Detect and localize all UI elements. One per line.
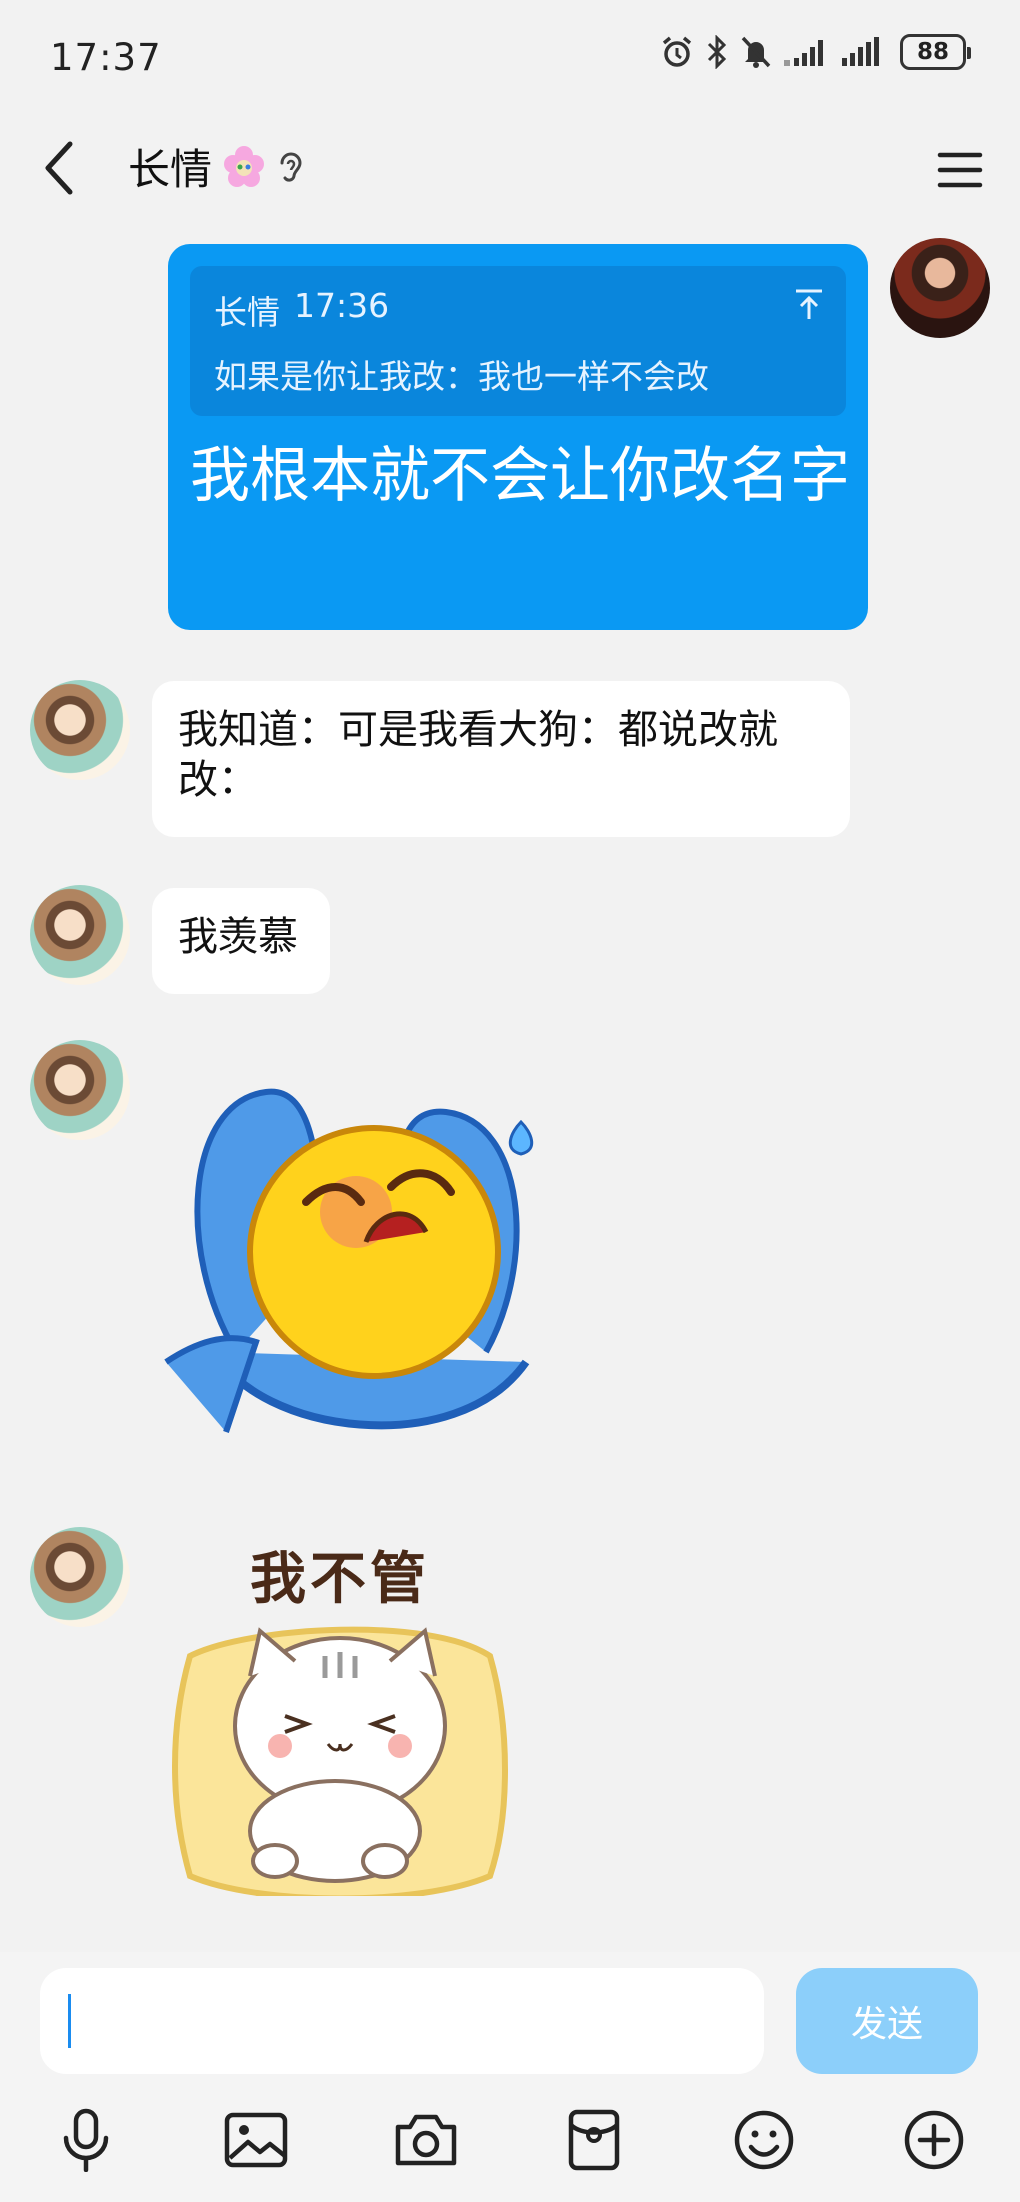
- emoji-button[interactable]: [724, 2100, 804, 2180]
- cat-pillow-illustration: [172, 1626, 508, 1896]
- sticker-crying-emoji[interactable]: [156, 1052, 576, 1472]
- battery-level: 88: [916, 39, 949, 65]
- message-input[interactable]: [40, 1968, 764, 2074]
- signal-2-icon: [840, 36, 884, 68]
- mic-icon: [63, 2108, 109, 2172]
- received-message-bubble[interactable]: 我羡慕: [152, 888, 330, 994]
- bell-muted-icon: [740, 35, 772, 69]
- red-packet-button[interactable]: [554, 2100, 634, 2180]
- signal-1-icon: [784, 36, 828, 68]
- flower-badge-icon: [222, 145, 266, 189]
- red-packet-icon: [568, 2109, 620, 2171]
- voice-button[interactable]: [46, 2100, 126, 2180]
- received-message-text: 我羡慕: [178, 914, 298, 960]
- sent-message-text: 我根本就不会让你改名字: [190, 441, 850, 511]
- alarm-icon: [660, 35, 694, 69]
- send-button[interactable]: 发送: [796, 1968, 978, 2074]
- arrow-up-icon[interactable]: [794, 288, 824, 324]
- input-toolbar: [0, 2100, 1020, 2180]
- plus-icon: [904, 2110, 964, 2170]
- received-message-bubble[interactable]: 我知道：可是我看大狗：都说改就改：: [152, 681, 850, 837]
- peer-avatar[interactable]: [30, 1040, 130, 1140]
- sticker-cat-refuse[interactable]: 我不管: [160, 1516, 520, 1896]
- image-icon: [224, 2112, 288, 2168]
- sent-message-bubble[interactable]: 长情 17:36 如果是你让我改：我也一样不会改 我根本就不会让你改名字: [168, 244, 868, 630]
- battery-indicator: 88: [900, 34, 971, 70]
- chat-title-group[interactable]: 长情: [128, 136, 306, 197]
- quote-time: 17:36: [294, 286, 390, 325]
- image-button[interactable]: [216, 2100, 296, 2180]
- back-button[interactable]: [30, 138, 90, 198]
- menu-button[interactable]: [930, 140, 990, 200]
- more-button[interactable]: [894, 2100, 974, 2180]
- quote-text: 如果是你让我改：我也一样不会改: [214, 357, 709, 396]
- hamburger-menu-icon: [937, 152, 983, 188]
- emoji-icon: [734, 2110, 794, 2170]
- quote-meta: 长情 17:36: [214, 286, 822, 334]
- ear-icon[interactable]: [276, 147, 306, 187]
- chat-screen: 17:37 88 长情 长情 17:36 如果是你让我改：我也一样不会改 我根本…: [0, 0, 1020, 2202]
- status-icons: 88: [660, 34, 971, 70]
- self-avatar[interactable]: [890, 238, 990, 338]
- peer-avatar[interactable]: [30, 680, 130, 780]
- input-bar: 发送: [0, 1952, 1020, 2202]
- received-message-text: 我知道：可是我看大狗：都说改就改：: [178, 707, 778, 803]
- bluetooth-icon: [706, 35, 728, 69]
- peer-avatar[interactable]: [30, 885, 130, 985]
- camera-icon: [395, 2114, 457, 2166]
- peer-avatar[interactable]: [30, 1527, 130, 1627]
- status-bar: 17:37 88: [0, 0, 1020, 118]
- quote-author: 长情: [214, 293, 280, 332]
- camera-button[interactable]: [386, 2100, 466, 2180]
- status-time: 17:37: [50, 36, 162, 79]
- chat-header: 长情: [0, 118, 1020, 222]
- text-caret: [68, 1994, 71, 2048]
- chevron-left-icon: [45, 141, 73, 195]
- quoted-message[interactable]: 长情 17:36 如果是你让我改：我也一样不会改: [190, 266, 846, 416]
- contact-name: 长情: [128, 145, 213, 194]
